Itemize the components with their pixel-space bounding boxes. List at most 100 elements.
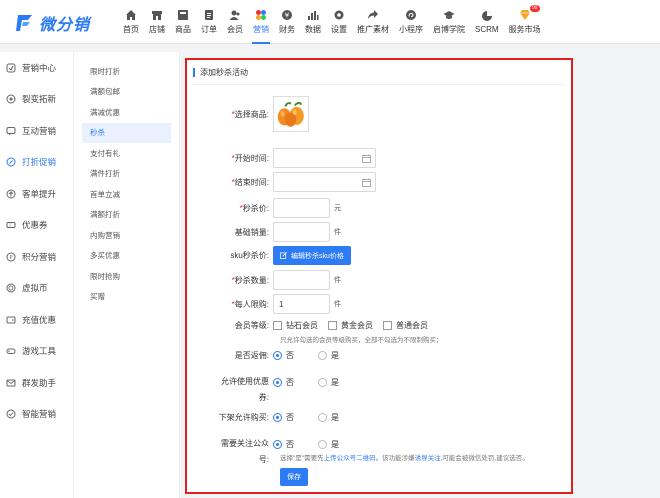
- market-icon: [519, 10, 530, 20]
- radio-dot: [273, 439, 282, 449]
- delist-no-radio[interactable]: 否: [273, 412, 294, 423]
- brand-logo[interactable]: 微分销: [14, 10, 90, 36]
- purchase-limit-input[interactable]: 1: [273, 294, 330, 314]
- label-text: sku秒杀价:: [230, 251, 269, 260]
- level-diamond-checkbox[interactable]: 钻石会员: [273, 320, 318, 331]
- sidebar-item-game[interactable]: 游戏工具: [0, 336, 73, 368]
- submenu-item[interactable]: 首单立减: [74, 184, 179, 205]
- submenu-item[interactable]: 满额打折: [74, 205, 179, 226]
- edit-sku-price-button[interactable]: 编辑秒杀sku价格: [273, 246, 351, 265]
- level-normal-checkbox[interactable]: 普通会员: [383, 320, 428, 331]
- delist-yes-radio[interactable]: 是: [318, 412, 339, 423]
- submenu-item[interactable]: 内购营销: [74, 225, 179, 246]
- nav-finance[interactable]: ¥ 财务: [274, 0, 300, 44]
- sidebar-item-marketing-center[interactable]: 营销中心: [0, 52, 73, 84]
- nav-home[interactable]: 首页: [118, 0, 144, 44]
- discount-submenu: 限时打折 满额包邮 满减优惠 秒杀 支付有礼 满件打折 首单立减 满额打折 内购…: [74, 52, 180, 498]
- nav-data[interactable]: 数据: [300, 0, 326, 44]
- rebate-no-radio[interactable]: 否: [273, 350, 294, 361]
- radio-label: 否: [286, 413, 294, 422]
- submenu-item[interactable]: 满额包邮: [74, 82, 179, 103]
- coupon-label: 允许使用优惠 券:: [187, 374, 273, 406]
- label-text: 允许使用优惠: [221, 377, 269, 386]
- sidebar-item-interactive[interactable]: 互动营销: [0, 115, 73, 147]
- submenu-item[interactable]: 满件打折: [74, 164, 179, 185]
- submenu-item[interactable]: 限时打折: [74, 61, 179, 82]
- hint-text: 选择"是"需要先: [280, 455, 324, 462]
- submenu-item[interactable]: 满减优惠: [74, 102, 179, 123]
- label-text: 结束时间:: [234, 177, 269, 187]
- sidebar-item-fission[interactable]: 裂变拓新: [0, 84, 73, 116]
- nav-member[interactable]: 会员: [222, 0, 248, 44]
- level-label: 会员等级:: [187, 320, 273, 331]
- brand-name: 微分销: [39, 17, 91, 34]
- delist-label: 下架允许购买:: [187, 412, 273, 423]
- nav-scrm[interactable]: SCRM: [470, 0, 504, 44]
- nav-store[interactable]: 店铺: [144, 0, 170, 44]
- nav-label: 营销: [253, 25, 269, 34]
- coupon-no-radio[interactable]: 否: [273, 377, 294, 388]
- nav-order[interactable]: 订单: [196, 0, 222, 44]
- sidebar-item-broadcast[interactable]: 群发助手: [0, 367, 73, 399]
- radio-dot: [318, 413, 327, 422]
- product-row: *选择商品:: [187, 96, 309, 132]
- sidebar-item-order-value[interactable]: 客单提升: [0, 178, 73, 210]
- sidebar-item-discount[interactable]: 打折促销: [0, 147, 73, 179]
- coupon-yes-radio[interactable]: 是: [318, 377, 339, 388]
- nav-label: 启博学院: [433, 25, 465, 34]
- product-thumbnail[interactable]: [273, 96, 309, 132]
- submenu-item[interactable]: 买赠: [74, 287, 179, 308]
- seckill-price-input[interactable]: [273, 198, 330, 218]
- end-time-row: *结束时间:: [187, 172, 376, 192]
- induce-follow-link[interactable]: 诱导关注: [415, 455, 441, 462]
- label-text: 号:: [258, 455, 269, 464]
- radio-label: 否: [286, 439, 294, 449]
- label-text: 会员等级:: [234, 321, 269, 330]
- sidebar-item-smart[interactable]: 智能营销: [0, 399, 73, 431]
- radio-dot: [273, 413, 282, 422]
- save-button[interactable]: 保存: [280, 468, 308, 486]
- nav-share[interactable]: 推广素材: [352, 0, 394, 44]
- nav-miniapp[interactable]: 小程序: [394, 0, 428, 44]
- coin-icon: [6, 283, 16, 293]
- nav-marketing[interactable]: 营销: [248, 0, 274, 44]
- follow-yes-radio[interactable]: 是: [318, 439, 339, 450]
- nav-settings[interactable]: 设置: [326, 0, 352, 44]
- nav-label: 商品: [175, 25, 191, 34]
- sidebar-item-virtual-coin[interactable]: 虚拟币: [0, 273, 73, 305]
- level-gold-checkbox[interactable]: 黄金会员: [328, 320, 373, 331]
- sidebar-item-coupon[interactable]: 优惠券: [0, 210, 73, 242]
- wallet-icon: [6, 316, 16, 324]
- seckill-quantity-input[interactable]: [273, 270, 330, 290]
- quantity-label: *秒杀数量:: [231, 275, 269, 285]
- start-time-input[interactable]: [273, 148, 376, 168]
- sidebar-item-points[interactable]: P 积分营销: [0, 241, 73, 273]
- start-label: *开始时间:: [231, 153, 269, 163]
- follow-no-radio[interactable]: 否: [273, 439, 294, 450]
- points-icon: P: [6, 252, 16, 262]
- rebate-yes-radio[interactable]: 是: [318, 350, 339, 361]
- base-sales-unit: 件: [334, 229, 341, 236]
- label-text: 下架允许购买:: [218, 413, 269, 422]
- submenu-item[interactable]: 限时抢购: [74, 266, 179, 287]
- nav-market[interactable]: 服务市场 99: [504, 0, 546, 44]
- follow-label: 需要关注公众 号:: [187, 436, 273, 468]
- smart-icon: [6, 409, 16, 419]
- sidebar-item-recharge[interactable]: 充值优惠: [0, 304, 73, 336]
- sidebar-label: 打折促销: [22, 157, 57, 168]
- upload-qrcode-link[interactable]: 上传公众号二维码: [324, 455, 376, 462]
- submenu-item[interactable]: 多买优惠: [74, 246, 179, 267]
- end-time-input[interactable]: [273, 172, 376, 192]
- nav-goods[interactable]: 商品: [170, 0, 196, 44]
- nav-label: 订单: [201, 25, 217, 34]
- submenu-item[interactable]: 支付有礼: [74, 143, 179, 164]
- submenu-item-seckill[interactable]: 秒杀: [82, 122, 171, 143]
- radio-label: 是: [331, 439, 339, 449]
- nav-label: 小程序: [399, 25, 423, 34]
- nav-academy[interactable]: 启博学院: [428, 0, 470, 44]
- base-sales-input[interactable]: [273, 222, 330, 242]
- home-icon: [126, 10, 136, 20]
- calendar-icon: [362, 178, 371, 187]
- chat-icon: [6, 126, 16, 136]
- svg-text:P: P: [9, 255, 12, 261]
